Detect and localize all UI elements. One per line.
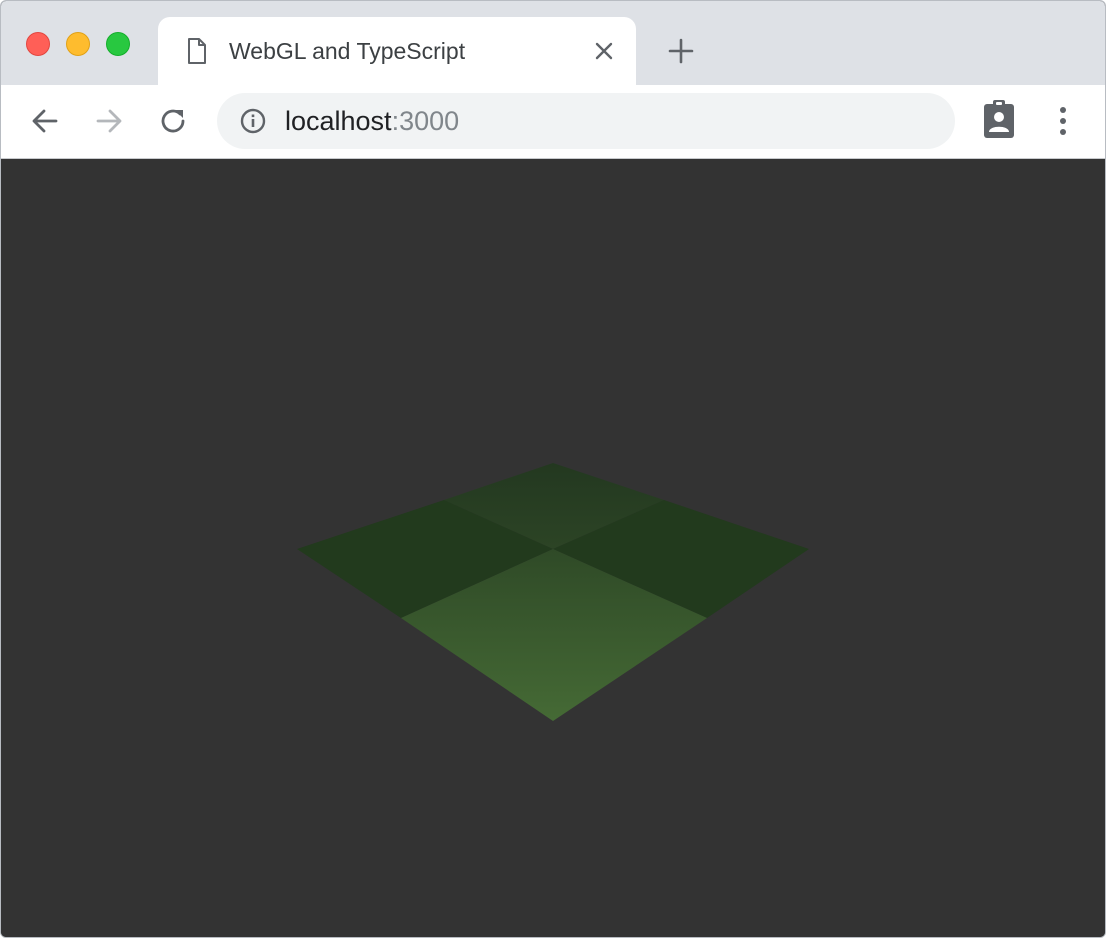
window-close-button[interactable] bbox=[26, 32, 50, 56]
url-host: localhost bbox=[285, 106, 392, 136]
clipboard-person-icon[interactable] bbox=[981, 99, 1017, 139]
checkered-plane bbox=[297, 463, 809, 721]
window-maximize-button[interactable] bbox=[106, 32, 130, 56]
address-bar[interactable]: localhost:3000 bbox=[217, 93, 955, 149]
webgl-canvas[interactable] bbox=[1, 159, 1105, 937]
arrow-left-icon[interactable] bbox=[29, 105, 61, 137]
reload-icon[interactable] bbox=[157, 105, 189, 137]
tab-active[interactable]: WebGL and TypeScript bbox=[158, 17, 636, 85]
toolbar: localhost:3000 bbox=[1, 85, 1105, 159]
tab-strip: WebGL and TypeScript bbox=[1, 1, 1105, 85]
close-icon[interactable] bbox=[592, 39, 616, 63]
browser-window: WebGL and TypeScript localhost:3000 bbox=[0, 0, 1106, 938]
document-icon bbox=[188, 38, 206, 64]
url-text: localhost:3000 bbox=[285, 106, 459, 136]
tab-title: WebGL and TypeScript bbox=[229, 38, 466, 64]
kebab-menu-icon[interactable] bbox=[1051, 103, 1075, 139]
window-minimize-button[interactable] bbox=[66, 32, 90, 56]
info-icon[interactable] bbox=[239, 107, 267, 135]
url-port: :3000 bbox=[391, 106, 460, 136]
plus-icon[interactable] bbox=[667, 37, 695, 65]
arrow-right-icon[interactable] bbox=[93, 105, 125, 137]
